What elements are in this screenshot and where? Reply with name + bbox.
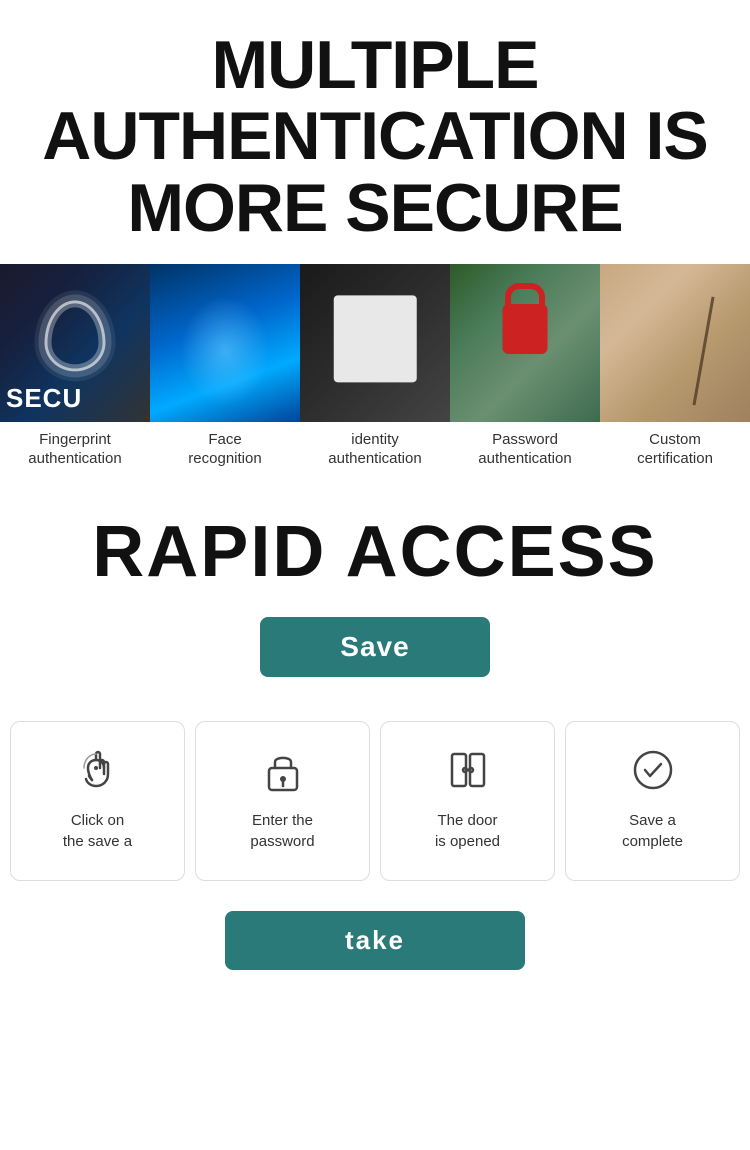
- identity-image: [300, 264, 450, 422]
- gallery-item-identity: identityauthentication: [300, 264, 450, 481]
- finger-touch-icon: [70, 742, 126, 798]
- step-1-label: Click onthe save a: [63, 810, 132, 852]
- step-card-3: The dooris opened: [380, 721, 555, 881]
- face-label: Facerecognition: [184, 422, 265, 481]
- step-card-1: Click onthe save a: [10, 721, 185, 881]
- check-circle-icon: [625, 742, 681, 798]
- gallery-item-fingerprint: Fingerprintauthentication: [0, 264, 150, 481]
- step-card-4: Save acomplete: [565, 721, 740, 881]
- steps-section: Click onthe save a Enter thepassword: [0, 697, 750, 901]
- step-4-label: Save acomplete: [622, 810, 683, 852]
- password-label: Passwordauthentication: [474, 422, 575, 481]
- step-card-2: Enter thepassword: [195, 721, 370, 881]
- fingerprint-label: Fingerprintauthentication: [24, 422, 125, 481]
- save-button[interactable]: Save: [260, 617, 489, 677]
- auth-gallery: Fingerprintauthentication Facerecognitio…: [0, 264, 750, 481]
- identity-label: identityauthentication: [324, 422, 425, 481]
- header-section: MULTIPLE AUTHENTICATION IS MORE SECURE: [0, 0, 750, 264]
- gallery-item-custom: Customcertification: [600, 264, 750, 481]
- gallery-item-password: Passwordauthentication: [450, 264, 600, 481]
- take-section: take: [0, 901, 750, 1000]
- custom-label: Customcertification: [633, 422, 717, 481]
- door-icon: [440, 742, 496, 798]
- gallery-item-face: Facerecognition: [150, 264, 300, 481]
- rapid-access-title: RAPID ACCESS: [20, 511, 730, 593]
- step-3-label: The dooris opened: [435, 810, 500, 852]
- rapid-access-section: RAPID ACCESS Save: [0, 481, 750, 697]
- face-image: [150, 264, 300, 422]
- page-title: MULTIPLE AUTHENTICATION IS MORE SECURE: [40, 30, 710, 244]
- take-button[interactable]: take: [225, 911, 525, 970]
- step-2-label: Enter thepassword: [250, 810, 314, 852]
- fingerprint-image: [0, 264, 150, 422]
- custom-image: [600, 264, 750, 422]
- password-image: [450, 264, 600, 422]
- lock-icon: [255, 742, 311, 798]
